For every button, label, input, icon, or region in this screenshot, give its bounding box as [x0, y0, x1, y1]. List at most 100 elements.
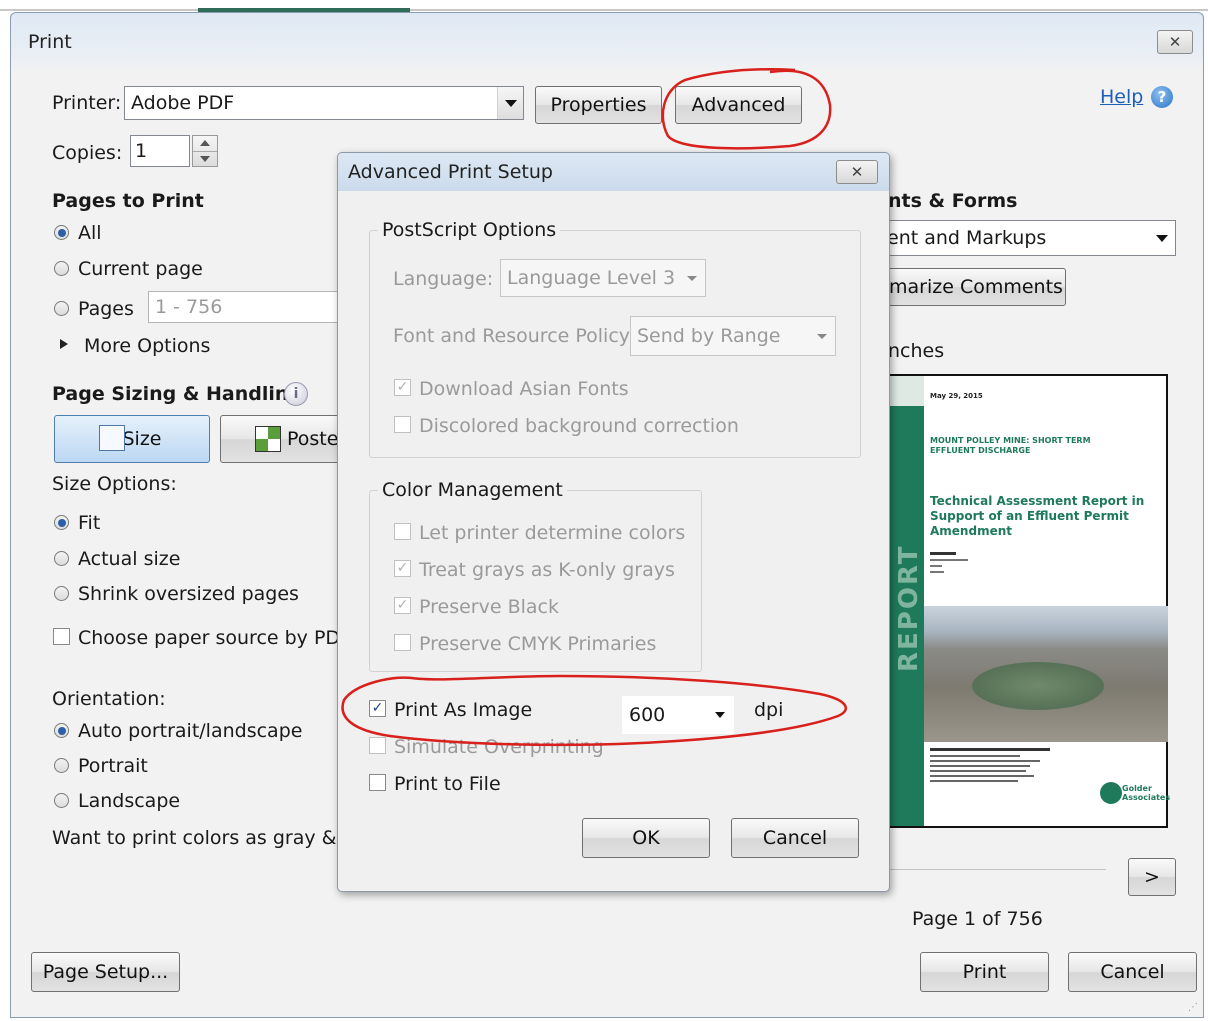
copies-label: Copies:: [52, 142, 123, 164]
comments-forms-value: ent and Markups: [887, 227, 1047, 249]
current-page-label: Current page: [78, 258, 203, 280]
portrait-label: Portrait: [78, 755, 148, 777]
print-to-file-label: Print to File: [394, 773, 501, 795]
help-icon[interactable]: ?: [1151, 86, 1173, 108]
all-label: All: [78, 222, 102, 244]
advanced-button[interactable]: Advanced: [675, 86, 802, 124]
color-management-legend: Color Management: [378, 479, 567, 501]
discolored-bg-label: Discolored background correction: [419, 415, 739, 437]
radio-pages[interactable]: [54, 301, 69, 316]
resize-grip-icon[interactable]: ⋰: [1188, 1002, 1198, 1013]
language-value: Language Level 3: [507, 267, 676, 289]
orientation-label: Orientation:: [52, 688, 166, 710]
advanced-ok-button[interactable]: OK: [582, 818, 710, 858]
pages-range-field[interactable]: 1 - 756: [148, 291, 340, 323]
print-to-file-checkbox[interactable]: [369, 774, 386, 791]
radio-shrink[interactable]: [54, 586, 69, 601]
radio-auto-portrait[interactable]: [54, 723, 69, 738]
info-icon[interactable]: i: [284, 382, 308, 406]
print-as-image-label: Print As Image: [394, 699, 533, 721]
close-icon: ✕: [1168, 33, 1182, 51]
radio-portrait[interactable]: [54, 758, 69, 773]
preserve-cmyk-label: Preserve CMYK Primaries: [419, 633, 657, 655]
paper-source-label: Choose paper source by PDF p: [78, 627, 370, 649]
report-project-title: MOUNT POLLEY MINE: SHORT TERM EFFLUENT D…: [930, 436, 1091, 455]
stepper-up-icon[interactable]: [200, 140, 210, 146]
report-title: Technical Assessment Report in Support o…: [930, 494, 1145, 538]
landscape-label: Landscape: [78, 790, 181, 812]
report-date: May 29, 2015: [930, 392, 983, 400]
page-setup-button[interactable]: Page Setup...: [31, 952, 180, 992]
cancel-button[interactable]: Cancel: [1068, 952, 1197, 992]
let-printer-colors-label: Let printer determine colors: [419, 522, 686, 544]
expand-arrow-icon[interactable]: [60, 339, 68, 349]
postscript-legend: PostScript Options: [378, 219, 561, 241]
poster-tab-button[interactable]: Poste: [220, 415, 340, 463]
dpi-value: 600: [629, 704, 666, 726]
let-printer-colors-checkbox[interactable]: [394, 523, 411, 540]
language-select[interactable]: Language Level 3: [500, 259, 706, 297]
preserve-cmyk-checkbox[interactable]: [394, 634, 411, 651]
preserve-black-checkbox[interactable]: ✓: [394, 597, 411, 614]
print-button[interactable]: Print: [920, 952, 1049, 992]
printer-label: Printer:: [52, 92, 122, 114]
printer-select[interactable]: Adobe PDF: [124, 86, 524, 120]
report-distribution-text: [930, 748, 1080, 782]
help-link[interactable]: Help: [1100, 86, 1143, 108]
radio-actual-size[interactable]: [54, 551, 69, 566]
font-policy-value: Send by Range: [637, 325, 781, 347]
auto-portrait-label: Auto portrait/landscape: [78, 720, 303, 742]
radio-current-page[interactable]: [54, 261, 69, 276]
chevron-down-icon: [707, 697, 733, 733]
pages-to-print-heading: Pages to Print: [52, 190, 204, 212]
more-options-toggle[interactable]: More Options: [84, 335, 210, 357]
print-dialog-title: Print: [28, 31, 72, 53]
report-photo: [924, 606, 1168, 742]
simulate-overprinting-label: Simulate Overprinting: [394, 736, 604, 758]
advanced-close-button[interactable]: ✕: [836, 160, 878, 184]
golder-logo-icon: [1100, 782, 1122, 804]
pages-label: Pages: [78, 298, 134, 320]
size-options-label: Size Options:: [52, 473, 177, 495]
comments-forms-select[interactable]: ent and Markups: [880, 220, 1176, 256]
treat-grays-label: Treat grays as K-only grays: [419, 559, 675, 581]
chevron-down-icon: [497, 87, 523, 119]
chevron-down-icon: [679, 260, 705, 296]
paper-source-checkbox[interactable]: [53, 628, 70, 645]
dpi-unit-label: dpi: [754, 699, 784, 721]
poster-icon: [255, 426, 281, 452]
chevron-down-icon: [1149, 221, 1175, 255]
close-button[interactable]: ✕: [1157, 30, 1193, 54]
dpi-select[interactable]: 600: [622, 696, 734, 734]
copies-field[interactable]: 1: [130, 135, 190, 167]
radio-fit[interactable]: [54, 515, 69, 530]
print-as-image-checkbox[interactable]: ✓: [369, 700, 386, 717]
download-asian-fonts-label: Download Asian Fonts: [419, 378, 629, 400]
printer-value: Adobe PDF: [131, 92, 235, 114]
summarize-comments-button[interactable]: marize Comments: [878, 268, 1066, 306]
advanced-dialog-title: Advanced Print Setup: [348, 161, 553, 183]
report-side-text: REPORT: [894, 544, 924, 672]
poster-tab-label: Poste: [287, 428, 339, 450]
actual-size-label: Actual size: [78, 548, 181, 570]
size-icon: [99, 425, 125, 451]
comments-forms-heading: nts & Forms: [888, 190, 1018, 212]
golder-logo-text: Golder Associates: [1122, 784, 1171, 802]
document-preview: REPORT May 29, 2015 MOUNT POLLEY MINE: S…: [888, 374, 1171, 828]
discolored-bg-checkbox[interactable]: [394, 416, 411, 433]
fit-label: Fit: [78, 512, 101, 534]
download-asian-fonts-checkbox[interactable]: ✓: [394, 379, 411, 396]
properties-button[interactable]: Properties: [535, 86, 662, 124]
simulate-overprinting-checkbox[interactable]: [369, 737, 386, 754]
stepper-down-icon[interactable]: [200, 156, 210, 162]
treat-grays-checkbox[interactable]: ✓: [394, 560, 411, 577]
next-page-button[interactable]: >: [1128, 858, 1176, 896]
units-label: nches: [888, 340, 945, 362]
radio-landscape[interactable]: [54, 793, 69, 808]
advanced-cancel-button[interactable]: Cancel: [731, 818, 859, 858]
radio-all[interactable]: [54, 225, 69, 240]
copies-stepper[interactable]: [192, 135, 218, 167]
sizing-heading: Page Sizing & Handling: [52, 383, 303, 405]
size-tab-button[interactable]: Size: [54, 415, 210, 463]
font-policy-select[interactable]: Send by Range: [630, 316, 836, 356]
